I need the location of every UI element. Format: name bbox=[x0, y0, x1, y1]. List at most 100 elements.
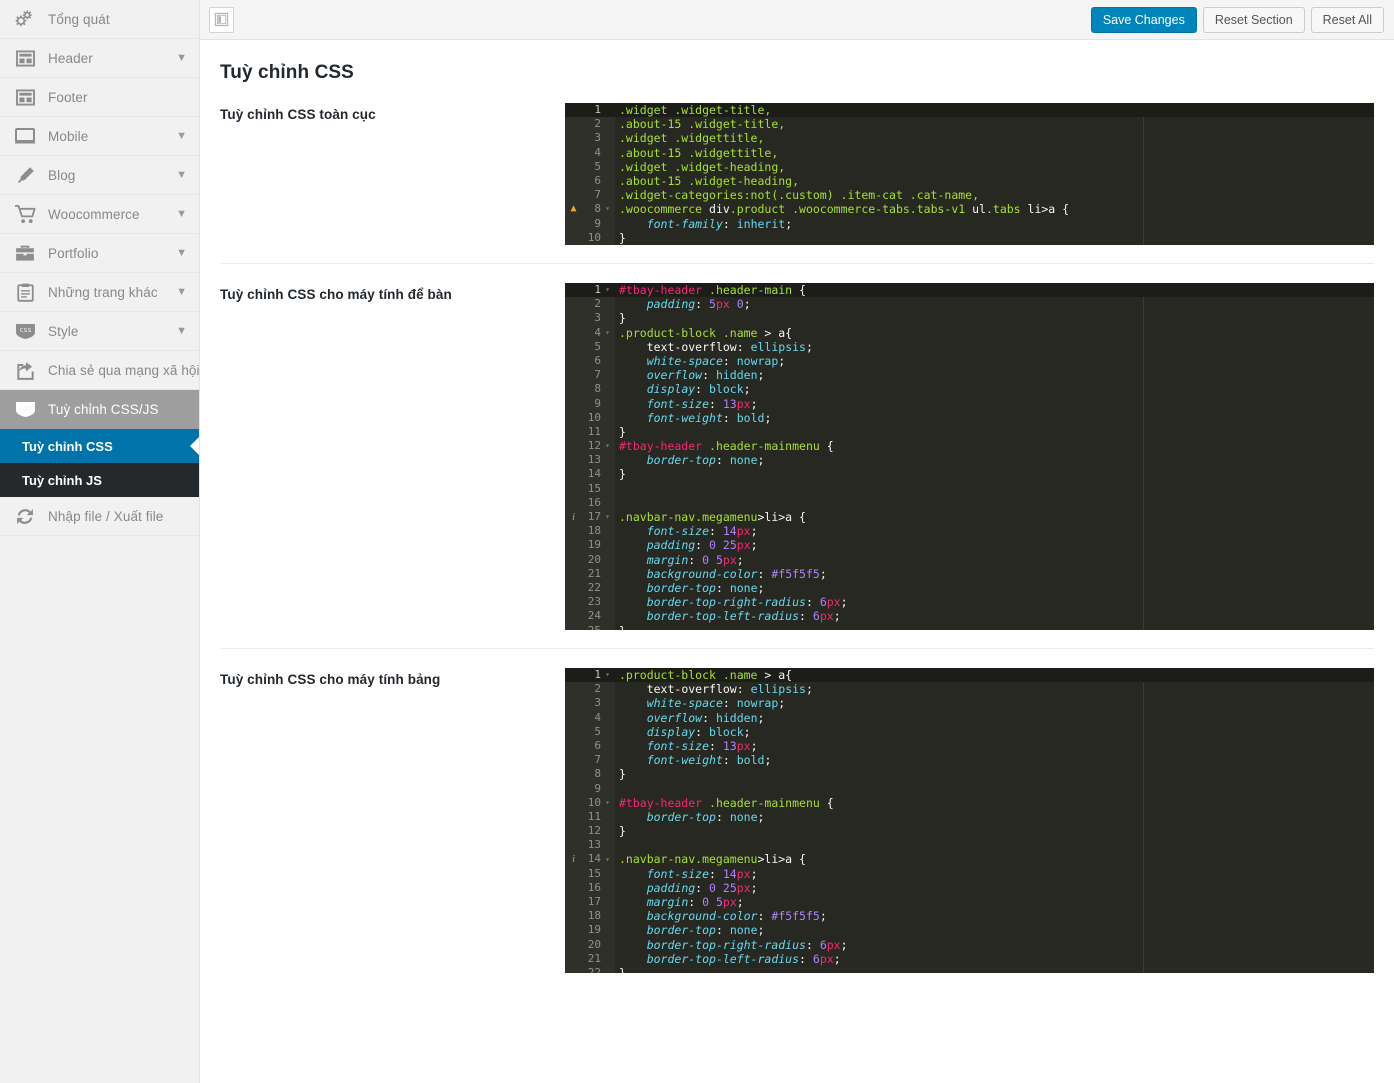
fold-arrow-icon[interactable]: ▾ bbox=[603, 796, 612, 810]
line-gutter[interactable]: 10 bbox=[565, 411, 615, 425]
panel-layout-icon[interactable] bbox=[209, 6, 234, 33]
fold-arrow-icon[interactable]: ▾ bbox=[603, 439, 612, 453]
line-gutter[interactable]: 8 bbox=[565, 382, 615, 396]
line-gutter[interactable]: 1 bbox=[565, 103, 615, 117]
line-gutter[interactable]: 4 ▾ bbox=[565, 326, 615, 340]
line-gutter[interactable]: 2 bbox=[565, 682, 615, 696]
line-gutter[interactable]: 22 bbox=[565, 966, 615, 973]
line-gutter[interactable]: 23 bbox=[565, 595, 615, 609]
code-editor-global[interactable]: 1 .widget .widget-title, 2 .about-15 .widge… bbox=[565, 103, 1374, 245]
line-gutter[interactable]: 4 bbox=[565, 146, 615, 160]
line-gutter[interactable]: 6 bbox=[565, 739, 615, 753]
line-gutter[interactable]: 14 bbox=[565, 467, 615, 481]
line-gutter[interactable]: 5 bbox=[565, 160, 615, 174]
line-gutter[interactable]: 5 bbox=[565, 340, 615, 354]
chevron-down-icon[interactable]: ▼ bbox=[176, 286, 187, 298]
code-editor-tablet[interactable]: 1 ▾ .product-block .name > a{2 text-overfl… bbox=[565, 668, 1374, 973]
warning-icon[interactable]: ▲ bbox=[568, 204, 579, 214]
line-gutter[interactable]: 12 bbox=[565, 824, 615, 838]
line-gutter[interactable]: 15 bbox=[565, 867, 615, 881]
line-gutter[interactable]: 22 bbox=[565, 581, 615, 595]
line-gutter[interactable]: 2 bbox=[565, 117, 615, 131]
line-gutter[interactable]: 10 ▾ bbox=[565, 796, 615, 810]
line-gutter[interactable]: 17 bbox=[565, 895, 615, 909]
line-gutter[interactable]: 5 bbox=[565, 725, 615, 739]
line-gutter[interactable]: 4 bbox=[565, 711, 615, 725]
line-gutter[interactable]: 11 bbox=[565, 810, 615, 824]
editor-line: 19 padding: 0 25px; bbox=[565, 538, 1374, 552]
line-gutter[interactable]: 9 bbox=[565, 397, 615, 411]
line-number: 10 bbox=[587, 795, 601, 809]
line-gutter[interactable]: 19 bbox=[565, 923, 615, 937]
line-gutter[interactable]: 7 bbox=[565, 188, 615, 202]
line-gutter[interactable]: 20 bbox=[565, 553, 615, 567]
sidebar-item-7[interactable]: Những trang khác ▼ bbox=[0, 273, 199, 312]
line-gutter[interactable]: 9 bbox=[565, 782, 615, 796]
line-gutter[interactable]: 20 bbox=[565, 938, 615, 952]
sidebar-item-0[interactable]: Tổng quát bbox=[0, 0, 199, 39]
line-gutter[interactable]: 11 bbox=[565, 425, 615, 439]
fold-arrow-icon[interactable]: ▾ bbox=[603, 202, 612, 216]
line-gutter[interactable]: 7 bbox=[565, 753, 615, 767]
line-gutter[interactable]: 13 bbox=[565, 453, 615, 467]
line-gutter[interactable]: 13 bbox=[565, 838, 615, 852]
sidebar-item-2[interactable]: Footer bbox=[0, 78, 199, 117]
chevron-down-icon[interactable]: ▼ bbox=[176, 52, 187, 64]
line-gutter[interactable]: i 14 ▾ bbox=[565, 852, 615, 866]
line-gutter[interactable]: 1 ▾ bbox=[565, 668, 615, 682]
line-gutter[interactable]: 3 bbox=[565, 311, 615, 325]
info-icon[interactable]: i bbox=[568, 511, 579, 523]
line-gutter[interactable]: 3 bbox=[565, 131, 615, 145]
line-gutter[interactable]: 15 bbox=[565, 482, 615, 496]
line-gutter[interactable]: 10 bbox=[565, 231, 615, 245]
line-gutter[interactable]: 8 bbox=[565, 767, 615, 781]
chevron-down-icon[interactable]: ▼ bbox=[176, 130, 187, 142]
line-gutter[interactable]: 6 bbox=[565, 354, 615, 368]
fold-arrow-icon[interactable]: ▾ bbox=[603, 283, 612, 297]
line-gutter[interactable]: 25 bbox=[565, 624, 615, 631]
line-gutter[interactable]: 21 bbox=[565, 952, 615, 966]
sidebar-item-9[interactable]: Chia sẻ qua mạng xã hội bbox=[0, 351, 199, 390]
line-number: 19 bbox=[587, 923, 601, 937]
chevron-down-icon[interactable]: ▼ bbox=[176, 247, 187, 259]
sidebar-item-8[interactable]: css Style ▼ bbox=[0, 312, 199, 351]
line-gutter[interactable]: 18 bbox=[565, 909, 615, 923]
line-gutter[interactable]: 18 bbox=[565, 524, 615, 538]
sidebar-item-5[interactable]: Woocommerce ▼ bbox=[0, 195, 199, 234]
reset-section-button[interactable]: Reset Section bbox=[1202, 7, 1305, 33]
save-changes-button[interactable]: Save Changes bbox=[1090, 7, 1197, 33]
line-gutter[interactable]: 16 bbox=[565, 496, 615, 510]
fold-arrow-icon[interactable]: ▾ bbox=[603, 853, 612, 867]
sidebar-item-0[interactable]: Nhập file / Xuất file bbox=[0, 497, 199, 536]
line-gutter[interactable]: 3 bbox=[565, 696, 615, 710]
fold-arrow-icon[interactable]: ▾ bbox=[603, 668, 612, 682]
info-icon[interactable]: i bbox=[568, 854, 579, 865]
line-gutter[interactable]: 21 bbox=[565, 567, 615, 581]
sidebar-item-6[interactable]: Portfolio ▼ bbox=[0, 234, 199, 273]
line-gutter[interactable]: 7 bbox=[565, 368, 615, 382]
line-gutter[interactable]: 9 bbox=[565, 217, 615, 231]
line-gutter[interactable]: 24 bbox=[565, 609, 615, 623]
chevron-down-icon[interactable]: ▼ bbox=[176, 325, 187, 337]
sidebar-item-3[interactable]: Mobile ▼ bbox=[0, 117, 199, 156]
sidebar-item-4[interactable]: Blog ▼ bbox=[0, 156, 199, 195]
sidebar-item-1[interactable]: Header ▼ bbox=[0, 39, 199, 78]
line-gutter[interactable]: 6 bbox=[565, 174, 615, 188]
reset-all-button[interactable]: Reset All bbox=[1310, 7, 1384, 33]
line-gutter[interactable]: i 17 ▾ bbox=[565, 510, 615, 524]
line-gutter[interactable]: 12 ▾ bbox=[565, 439, 615, 453]
chevron-down-icon[interactable]: ▼ bbox=[176, 169, 187, 181]
sidebar-item-label: Nhập file / Xuất file bbox=[48, 508, 164, 524]
line-gutter[interactable]: 16 bbox=[565, 881, 615, 895]
sidebar-item-10[interactable]: css Tuỳ chỉnh CSS/JS bbox=[0, 390, 199, 429]
sidebar-subitem-0[interactable]: Tuỳ chỉnh CSS bbox=[0, 429, 199, 463]
line-gutter[interactable]: 2 bbox=[565, 297, 615, 311]
line-gutter[interactable]: ▲ 8 ▾ bbox=[565, 202, 615, 216]
line-gutter[interactable]: 1 ▾ bbox=[565, 283, 615, 297]
line-gutter[interactable]: 19 bbox=[565, 538, 615, 552]
fold-arrow-icon[interactable]: ▾ bbox=[603, 510, 612, 524]
code-editor-desktop[interactable]: 1 ▾ #tbay-header .header-main {2 padding: … bbox=[565, 283, 1374, 630]
fold-arrow-icon[interactable]: ▾ bbox=[603, 326, 612, 340]
sidebar-subitem-1[interactable]: Tuỳ chỉnh JS bbox=[0, 463, 199, 497]
chevron-down-icon[interactable]: ▼ bbox=[176, 208, 187, 220]
